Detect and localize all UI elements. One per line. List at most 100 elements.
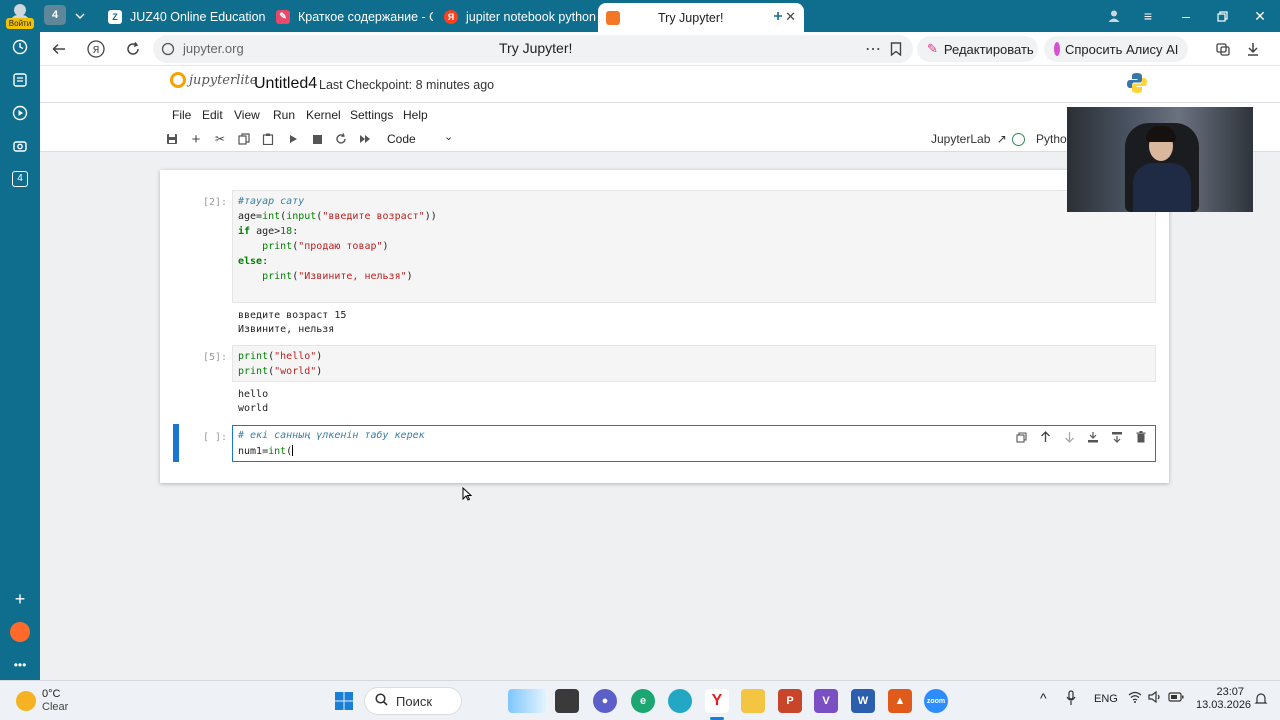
task-view-icon[interactable] xyxy=(555,689,579,713)
sidebar-badge[interactable]: 4 xyxy=(9,168,31,190)
pinned-app-icon[interactable] xyxy=(10,622,30,642)
more-options-icon[interactable]: ⋯ xyxy=(862,38,884,60)
microphone-icon[interactable] xyxy=(1066,690,1076,709)
volume-icon[interactable] xyxy=(1148,690,1162,706)
add-cell-icon[interactable]: + xyxy=(188,131,204,148)
move-up-icon[interactable] xyxy=(1038,430,1052,444)
menu-file[interactable]: File xyxy=(172,108,191,122)
notifications-icon[interactable] xyxy=(1254,692,1268,706)
cell-output-line: hello xyxy=(238,389,269,400)
collections-icon[interactable] xyxy=(9,69,31,91)
edit-button[interactable]: ✎ Редактировать xyxy=(917,36,1038,62)
menu-view[interactable]: View xyxy=(234,108,260,122)
delete-cell-icon[interactable] xyxy=(1134,430,1148,444)
matlab-icon[interactable]: ▲ xyxy=(888,689,912,713)
powerpoint-icon[interactable]: P xyxy=(778,689,802,713)
jupyterlab-link[interactable]: JupyterLab ↗ xyxy=(931,132,1007,146)
edge-icon[interactable]: e xyxy=(631,689,655,713)
history-icon[interactable] xyxy=(9,36,31,58)
text-cursor xyxy=(292,445,294,456)
insert-above-icon[interactable] xyxy=(1086,430,1100,444)
weather-temp: 0°C xyxy=(42,688,61,700)
wifi-icon[interactable] xyxy=(1128,691,1142,706)
yandex-icon[interactable]: Я xyxy=(85,38,107,60)
code-line: print("world") xyxy=(238,366,323,377)
menu-kernel[interactable]: Kernel xyxy=(306,108,341,122)
juz40-favicon-icon: Z xyxy=(108,9,122,24)
menu-help[interactable]: Help xyxy=(403,108,428,122)
language-indicator[interactable]: ENG xyxy=(1094,693,1118,705)
extensions-icon[interactable] xyxy=(1212,38,1234,60)
play-icon[interactable] xyxy=(9,102,31,124)
menu-settings[interactable]: Settings xyxy=(350,108,393,122)
visual-studio-icon[interactable]: V xyxy=(814,689,838,713)
clock-date: 13.03.2026 xyxy=(1196,699,1252,711)
minimize-icon[interactable]: – xyxy=(1176,4,1196,28)
taskbar-search[interactable]: Поиск xyxy=(364,687,462,715)
stop-icon[interactable] xyxy=(309,131,325,147)
chat-icon[interactable]: ● xyxy=(593,689,617,713)
fast-forward-icon[interactable] xyxy=(357,131,373,147)
more-icon[interactable]: ••• xyxy=(9,654,31,676)
widgets-icon[interactable] xyxy=(508,689,548,713)
downloads-icon[interactable] xyxy=(1242,38,1264,60)
yandex-browser-icon[interactable]: Y xyxy=(705,689,729,713)
reload-icon[interactable] xyxy=(122,38,144,60)
code-cell-editor[interactable] xyxy=(232,345,1156,382)
chevron-down-icon[interactable]: ⌄ xyxy=(444,130,453,143)
active-cell-indicator xyxy=(173,424,179,462)
code-line: print("hello") xyxy=(238,351,323,362)
add-icon[interactable]: + xyxy=(9,588,31,610)
battery-icon[interactable] xyxy=(1168,692,1184,705)
bookmark-icon[interactable] xyxy=(885,38,907,60)
notebook-title[interactable]: Untitled4 xyxy=(254,75,317,93)
tab-label: JUZ40 Online Education xyxy=(130,9,265,24)
tab-list-chevron-icon[interactable] xyxy=(70,4,90,28)
login-label[interactable]: Войти xyxy=(6,18,34,29)
presenter-video xyxy=(1067,107,1253,212)
tab-juz40[interactable]: Z JUZ40 Online Education xyxy=(100,3,265,30)
cell-type-select[interactable]: Code xyxy=(387,132,416,146)
menu-edit[interactable]: Edit xyxy=(202,108,223,122)
jupyterlite-logo[interactable]: jupyterlite xyxy=(170,72,257,88)
video-person-hair xyxy=(1146,126,1176,142)
browser-icon[interactable] xyxy=(668,689,692,713)
python-logo-icon xyxy=(1127,73,1147,93)
menu-run[interactable]: Run xyxy=(273,108,295,122)
move-down-icon[interactable] xyxy=(1062,430,1076,444)
clock[interactable]: 23:07 13.03.2026 xyxy=(1196,686,1252,711)
cut-icon[interactable]: ✂ xyxy=(212,131,228,147)
tab-jupiter-search[interactable]: Я jupiter notebook python - xyxy=(436,3,596,30)
restart-icon[interactable] xyxy=(333,131,349,147)
jupyterlab-label: JupyterLab xyxy=(931,132,991,146)
close-window-icon[interactable]: ✕ xyxy=(1250,4,1270,28)
edit-pen-icon: ✎ xyxy=(927,41,938,56)
insert-below-icon[interactable] xyxy=(1110,430,1124,444)
copy-icon[interactable] xyxy=(236,131,252,147)
save-icon[interactable] xyxy=(164,131,180,147)
tray-chevron-icon[interactable]: ^ xyxy=(1040,690,1047,706)
code-line: print("продаю товар") xyxy=(262,241,389,252)
url-text[interactable]: jupyter.org xyxy=(183,41,244,56)
new-tab-icon[interactable] xyxy=(768,4,788,28)
weather-widget[interactable]: 0°C Clear xyxy=(14,687,94,715)
run-icon[interactable] xyxy=(285,131,301,147)
tab-counter[interactable]: 4 xyxy=(44,5,66,25)
duplicate-cell-icon[interactable] xyxy=(1014,430,1028,444)
screenshot-icon[interactable] xyxy=(9,135,31,157)
start-icon[interactable] xyxy=(332,689,356,713)
word-icon[interactable]: W xyxy=(851,689,875,713)
file-explorer-icon[interactable] xyxy=(741,689,765,713)
back-icon[interactable] xyxy=(48,38,70,60)
tab-summary[interactable]: ✎ Краткое содержание - Qu xyxy=(268,3,433,30)
paste-icon[interactable] xyxy=(260,131,276,147)
video-person-body xyxy=(1133,163,1191,212)
ask-alice-button[interactable]: Спросить Алису AI xyxy=(1044,36,1188,62)
restore-icon[interactable] xyxy=(1212,4,1232,28)
tab-counter-text: 4 xyxy=(51,9,59,21)
zoom-icon[interactable]: zoom xyxy=(924,689,948,713)
site-info-icon[interactable] xyxy=(157,38,179,60)
account-icon[interactable] xyxy=(1104,4,1124,28)
menu-icon[interactable]: ≡ xyxy=(1138,4,1158,28)
profile-avatar[interactable]: Войти xyxy=(6,3,34,29)
